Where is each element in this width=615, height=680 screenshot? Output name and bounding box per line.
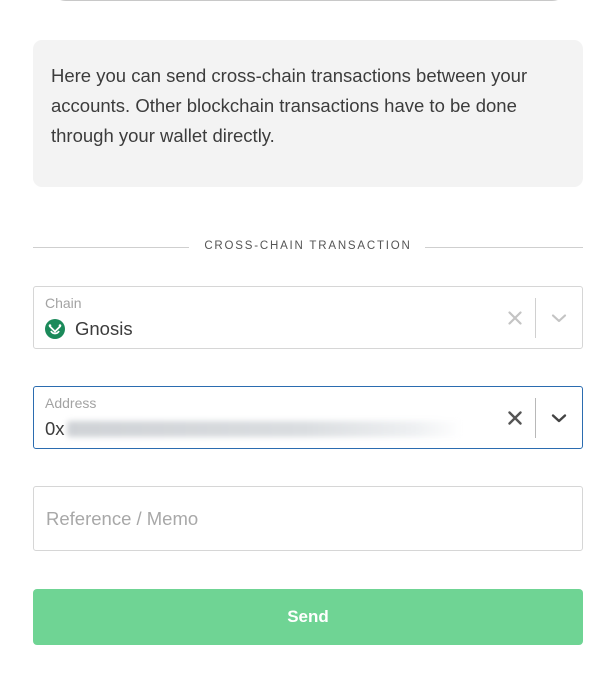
close-icon [508,411,522,425]
info-notice-text: Here you can send cross-chain transactio… [51,65,528,146]
address-select[interactable]: Address 0x [33,386,583,449]
memo-field [33,486,583,551]
address-select-value: 0x [45,418,462,440]
section-title: CROSS-CHAIN TRANSACTION [204,240,412,252]
close-icon [508,311,522,325]
section-divider: CROSS-CHAIN TRANSACTION [33,238,583,258]
send-button[interactable]: Send [33,589,583,645]
chain-name: Gnosis [75,318,133,339]
chain-dropdown-toggle[interactable] [547,306,571,330]
chain-select-label: Chain [45,295,82,311]
top-pill-partial [48,0,570,1]
chain-select[interactable]: Chain Gnosis [33,286,583,349]
address-prefix: 0x [45,418,65,439]
send-transaction-page: Here you can send cross-chain transactio… [0,0,615,680]
info-notice: Here you can send cross-chain transactio… [33,40,583,187]
select-separator [535,398,536,438]
chain-select-value: Gnosis [45,318,133,340]
clear-chain-button[interactable] [504,307,526,329]
gnosis-logo-icon [45,319,65,339]
chevron-down-icon [551,314,567,323]
chevron-down-icon [551,414,567,423]
address-dropdown-toggle[interactable] [547,406,571,430]
clear-address-button[interactable] [504,407,526,429]
select-separator [535,298,536,338]
address-redacted [66,421,462,437]
memo-input[interactable] [34,487,582,550]
divider-line-right [425,247,583,248]
address-select-label: Address [45,395,97,411]
